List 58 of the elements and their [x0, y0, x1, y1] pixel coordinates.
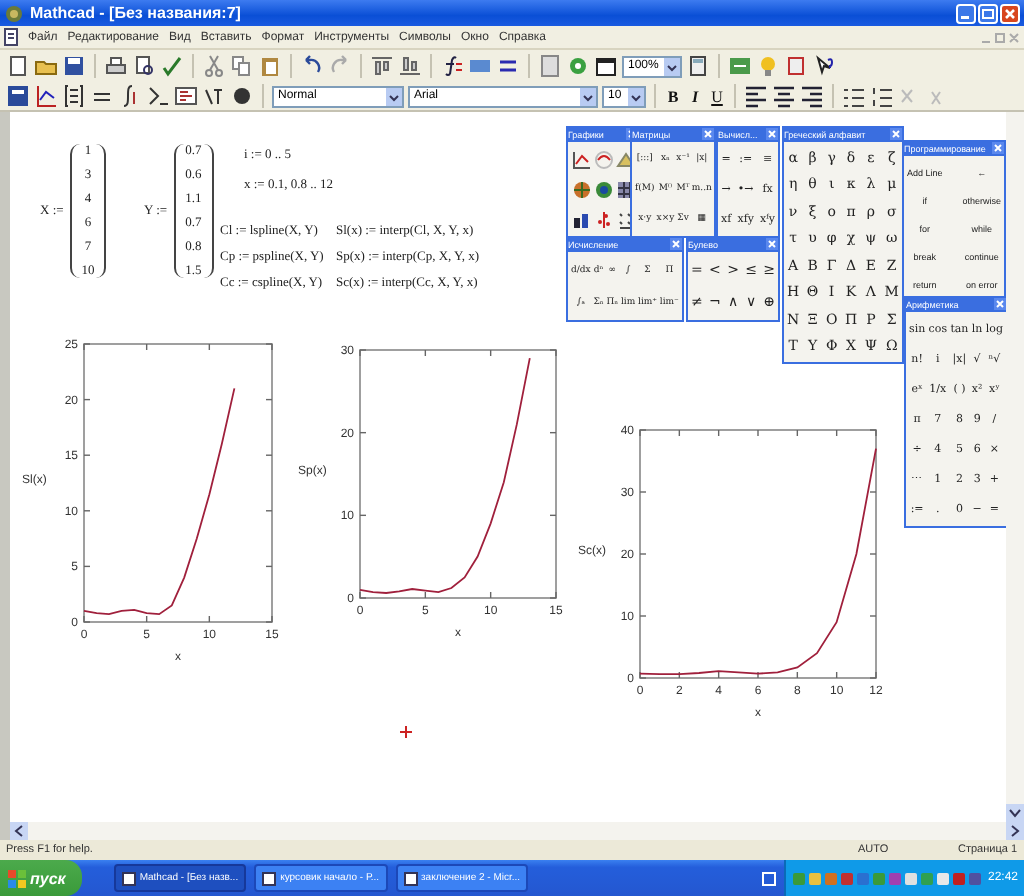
globe-icon[interactable] — [571, 179, 591, 199]
windows-logo-icon — [8, 869, 26, 887]
undo-icon[interactable] — [300, 54, 324, 78]
bar-chart-icon[interactable] — [571, 209, 591, 229]
calculator-icon[interactable] — [686, 54, 710, 78]
close-icon[interactable] — [992, 142, 1004, 154]
calculator-toolbar-icon[interactable] — [6, 84, 30, 108]
close-icon[interactable] — [1000, 3, 1020, 23]
polar-plot-icon[interactable] — [593, 149, 613, 169]
window-icon — [121, 871, 136, 885]
equals-icon[interactable] — [496, 54, 520, 78]
print-icon[interactable] — [104, 54, 128, 78]
restore-icon[interactable] — [978, 3, 998, 23]
vector-field-icon[interactable] — [615, 209, 635, 229]
boolean-toolbar-icon[interactable] — [146, 84, 170, 108]
app-icon — [4, 3, 24, 23]
align-down-icon[interactable] — [398, 54, 422, 78]
minimize-icon[interactable] — [956, 3, 976, 23]
bullet-list-icon[interactable] — [842, 84, 866, 108]
format-button[interactable]: U — [708, 87, 726, 105]
align-left-icon[interactable] — [744, 84, 768, 108]
calculate-icon[interactable] — [538, 54, 562, 78]
scroll-right-icon[interactable] — [1006, 822, 1024, 840]
format-button[interactable]: I — [686, 87, 704, 105]
close-icon[interactable] — [766, 128, 778, 140]
new-file-icon[interactable] — [6, 54, 30, 78]
window-icon — [403, 871, 417, 885]
format-button[interactable]: B — [664, 87, 682, 105]
vertical-scrollbar[interactable] — [1006, 112, 1024, 822]
close-icon[interactable] — [994, 298, 1006, 310]
document-icon — [4, 28, 18, 46]
save-icon[interactable] — [62, 54, 86, 78]
window-icon[interactable] — [594, 54, 618, 78]
window-title: Mathcad - [Без названия:7] — [30, 4, 243, 22]
matrix-toolbar-icon[interactable] — [62, 84, 86, 108]
contour-plot-icon[interactable] — [593, 179, 613, 199]
scroll-down-icon[interactable] — [1006, 804, 1024, 822]
align-center-icon[interactable] — [772, 84, 796, 108]
close-icon[interactable] — [890, 128, 902, 140]
xy-plot-icon[interactable] — [571, 149, 591, 169]
insert-function-icon[interactable] — [440, 54, 464, 78]
show-desktop-icon[interactable] — [761, 871, 776, 885]
print-preview-icon[interactable] — [132, 54, 156, 78]
close-icon[interactable] — [702, 128, 715, 140]
programming-toolbar-icon[interactable] — [174, 84, 198, 108]
scroll-left-icon[interactable] — [10, 822, 28, 840]
help-icon[interactable] — [812, 54, 836, 78]
spell-check-icon[interactable] — [160, 54, 184, 78]
align-right-icon[interactable] — [800, 84, 824, 108]
close-icon[interactable] — [670, 238, 682, 250]
graph-toolbar-icon[interactable] — [34, 84, 58, 108]
close-icon[interactable] — [766, 238, 778, 250]
align-top-icon[interactable] — [370, 54, 394, 78]
crosshair-cursor-icon — [400, 726, 412, 738]
numbered-list-icon[interactable] — [870, 84, 894, 108]
window-icon — [262, 871, 277, 885]
horizontal-scrollbar[interactable] — [10, 822, 1024, 840]
scatter-plot-icon[interactable] — [593, 209, 613, 229]
